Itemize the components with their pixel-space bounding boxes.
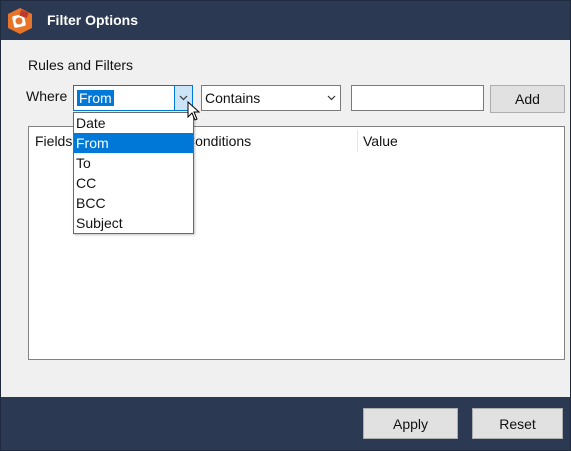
dropdown-option-subject[interactable]: Subject (74, 213, 193, 233)
dropdown-option-cc[interactable]: CC (74, 173, 193, 193)
field-dropdown-list: Date From To CC BCC Subject (73, 112, 194, 234)
chevron-down-icon[interactable] (323, 86, 340, 110)
mouse-cursor-icon (187, 101, 201, 121)
dropdown-option-bcc[interactable]: BCC (74, 193, 193, 213)
apply-button[interactable]: Apply (363, 408, 458, 439)
column-header-value[interactable]: Value (357, 127, 557, 155)
dropdown-option-from[interactable]: From (74, 133, 193, 153)
window-title: Filter Options (47, 12, 138, 28)
where-label: Where (26, 88, 68, 104)
column-header-conditions[interactable]: Conditions (179, 127, 357, 155)
app-logo-icon (8, 8, 32, 34)
dropdown-option-to[interactable]: To (74, 153, 193, 173)
field-select-value: From (77, 90, 114, 106)
title-bar: Filter Options (1, 1, 570, 40)
reset-button[interactable]: Reset (472, 408, 563, 439)
field-select[interactable]: From (73, 85, 193, 111)
add-button[interactable]: Add (490, 85, 565, 113)
dropdown-option-date[interactable]: Date (74, 113, 193, 133)
value-input[interactable] (351, 85, 484, 111)
filter-options-window: Filter Options Rules and Filters Where F… (0, 0, 571, 451)
rules-section-label: Rules and Filters (28, 57, 134, 73)
condition-select[interactable]: Contains (201, 85, 341, 111)
condition-select-value: Contains (205, 90, 261, 106)
